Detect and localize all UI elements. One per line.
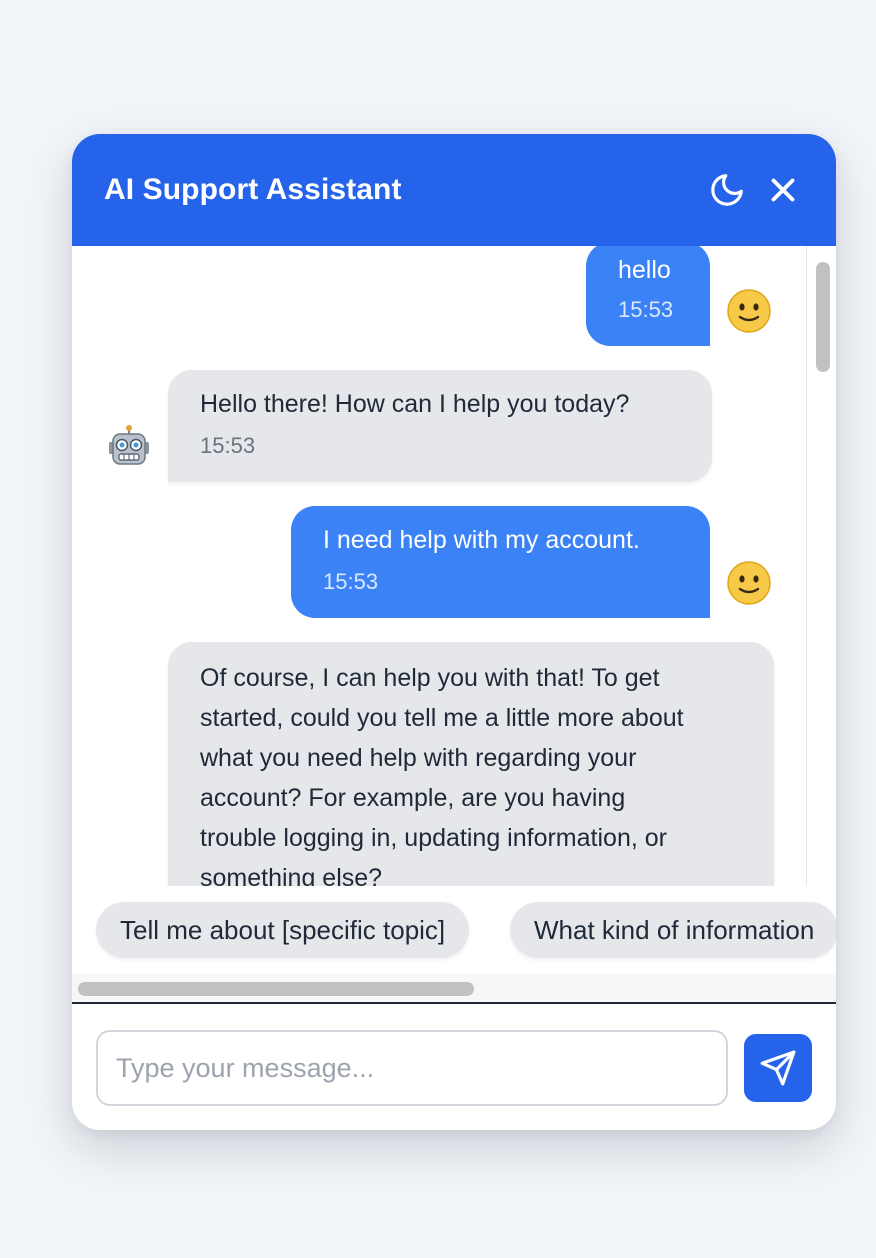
smiley-face-icon	[727, 289, 771, 333]
vertical-scrollbar-thumb[interactable]	[816, 262, 830, 372]
chat-header: AI Support Assistant	[72, 134, 836, 246]
robot-icon	[109, 425, 149, 465]
chat-widget: AI Support Assistant hello 15:53 Hello t…	[72, 134, 836, 1130]
bot-message: Of course, I can help you with that! To …	[168, 642, 774, 886]
suggestion-chip[interactable]: What kind of information	[510, 902, 836, 958]
horizontal-scrollbar[interactable]	[72, 974, 836, 1002]
moon-icon	[711, 174, 743, 206]
bot-message: Hello there! How can I help you today? 1…	[168, 370, 712, 482]
suggestion-chips[interactable]: Tell me about [specific topic] What kind…	[72, 886, 836, 975]
theme-toggle-button[interactable]	[708, 171, 746, 209]
user-message: I need help with my account. 15:53	[291, 506, 710, 618]
message-text: Hello there! How can I help you today?	[200, 390, 630, 418]
close-button[interactable]	[764, 171, 802, 209]
bot-avatar	[106, 424, 152, 470]
user-message: hello 15:53	[586, 246, 710, 346]
message-text: Of course, I can help you with that! To …	[200, 664, 684, 886]
message-list[interactable]: hello 15:53 Hello there! How can I help …	[72, 246, 806, 886]
horizontal-scrollbar-thumb[interactable]	[78, 982, 474, 996]
user-avatar	[726, 560, 772, 606]
user-avatar	[726, 288, 772, 334]
composer-divider	[72, 1002, 836, 1004]
message-input[interactable]	[96, 1030, 728, 1106]
suggestion-chip[interactable]: Tell me about [specific topic]	[96, 902, 470, 958]
close-icon	[771, 178, 795, 202]
message-time: 15:53	[323, 569, 379, 594]
send-button[interactable]	[744, 1034, 812, 1102]
send-icon	[760, 1050, 796, 1086]
smiley-face-icon	[727, 561, 771, 605]
message-time: 15:53	[200, 433, 256, 458]
message-text: I need help with my account.	[323, 526, 640, 554]
vertical-scrollbar[interactable]	[806, 246, 836, 886]
message-time: 15:53	[618, 297, 674, 322]
chat-title: AI Support Assistant	[104, 173, 402, 206]
message-text: hello	[618, 256, 671, 284]
